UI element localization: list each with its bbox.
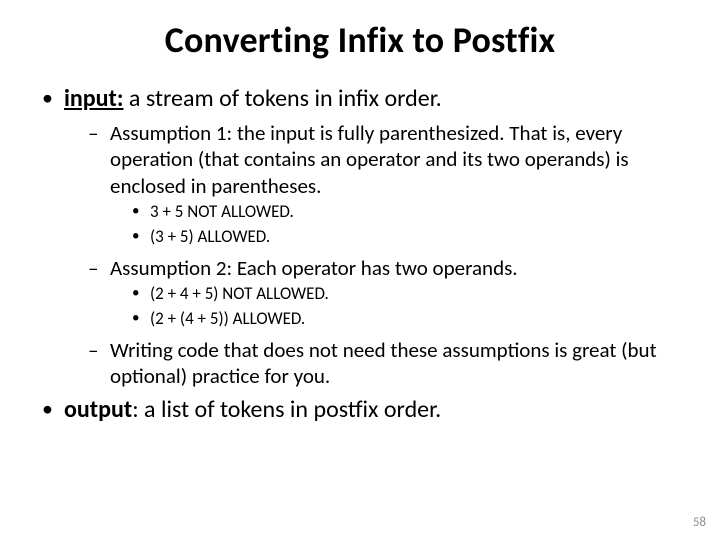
assumption-1-examples: 3 + 5 NOT ALLOWED. (3 + 5) ALLOWED. <box>128 201 680 249</box>
assumption-2-text: Assumption 2: Each operator has two oper… <box>110 255 518 281</box>
assumption-1: Assumption 1: the input is fully parenth… <box>84 120 680 249</box>
a1-example-allowed: (3 + 5) ALLOWED. <box>128 226 680 249</box>
assumption-2-examples: (2 + 4 + 5) NOT ALLOWED. (2 + (4 + 5)) A… <box>128 283 680 331</box>
bullet-output: output: a list of tokens in postfix orde… <box>40 395 680 425</box>
a2-example-allowed: (2 + (4 + 5)) ALLOWED. <box>128 308 680 331</box>
output-text: : a list of tokens in postfix order. <box>132 395 441 424</box>
page-number: 58 <box>693 515 706 530</box>
assumption-2: Assumption 2: Each operator has two oper… <box>84 255 680 331</box>
bullet-list: input: a stream of tokens in infix order… <box>40 84 680 425</box>
optional-practice: Writing code that does not need these as… <box>84 337 680 390</box>
input-text: a stream of tokens in infix order. <box>123 84 441 113</box>
slide-title: Converting Infix to Postfix <box>40 18 680 62</box>
input-label: input: <box>64 84 123 113</box>
input-sublist: Assumption 1: the input is fully parenth… <box>84 120 680 389</box>
bullet-input: input: a stream of tokens in infix order… <box>40 84 680 389</box>
a2-example-not-allowed: (2 + 4 + 5) NOT ALLOWED. <box>128 283 680 306</box>
output-label: output <box>64 395 132 424</box>
a1-example-not-allowed: 3 + 5 NOT ALLOWED. <box>128 201 680 224</box>
assumption-1-text: Assumption 1: the input is fully parenth… <box>110 120 629 199</box>
slide: Converting Infix to Postfix input: a str… <box>0 0 720 540</box>
